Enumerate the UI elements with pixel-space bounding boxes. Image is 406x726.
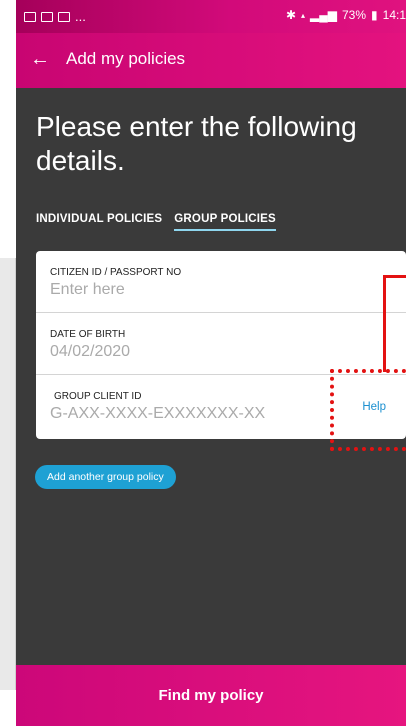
signal-icon: ▂▄▆ (310, 8, 337, 22)
mail-notification-icon (41, 11, 53, 22)
citizen-id-field[interactable]: CITIZEN ID / PASSPORT NO Enter here (36, 251, 406, 313)
citizen-id-input[interactable]: Enter here (50, 281, 125, 299)
status-indicators: ✱ ▴ ▂▄▆ 73% ▮ 14:1 (286, 8, 406, 22)
tab-group-policies[interactable]: GROUP POLICIES (174, 213, 276, 231)
status-notifications: ... (24, 9, 86, 24)
annotation-highlight-box (330, 369, 406, 451)
add-another-group-policy-button[interactable]: Add another group policy (35, 465, 176, 489)
find-my-policy-button[interactable]: Find my policy (16, 665, 406, 726)
annotation-line-vertical (383, 275, 386, 372)
more-notifications-text: ... (75, 9, 86, 24)
tab-individual-policies[interactable]: INDIVIDUAL POLICIES (36, 213, 162, 231)
date-of-birth-label: DATE OF BIRTH (50, 329, 126, 340)
date-of-birth-input[interactable]: 04/02/2020 (50, 343, 130, 361)
annotation-line-horizontal (383, 275, 406, 278)
app-header: ← Add my policies (16, 33, 406, 88)
group-client-id-label: GROUP CLIENT ID (54, 391, 142, 402)
clock-time: 14:1 (382, 8, 406, 22)
citizen-id-label: CITIZEN ID / PASSPORT NO (50, 267, 182, 278)
group-client-id-input[interactable]: G-AXX-XXXX-EXXXXXXX-XX (50, 405, 265, 423)
image-notification-icon (24, 11, 36, 22)
status-bar: ... ✱ ▴ ▂▄▆ 73% ▮ 14:1 (16, 0, 406, 33)
bluetooth-icon: ✱ (285, 8, 297, 22)
date-of-birth-field[interactable]: DATE OF BIRTH 04/02/2020 (36, 313, 406, 375)
page-heading: Please enter the following details. (36, 111, 357, 176)
back-arrow-icon[interactable]: ← (30, 47, 50, 71)
phone-screen: ... ✱ ▴ ▂▄▆ 73% ▮ 14:1 ← Add my policies… (16, 0, 406, 726)
lte-icon: ▴ (301, 10, 306, 20)
background-strip (0, 258, 16, 690)
mail-notification-icon-2 (58, 11, 70, 22)
header-title: Add my policies (66, 49, 186, 68)
policy-tabs: INDIVIDUAL POLICIES GROUP POLICIES (36, 213, 276, 231)
battery-icon: ▮ (371, 8, 378, 22)
battery-percent: 73% (342, 8, 367, 22)
